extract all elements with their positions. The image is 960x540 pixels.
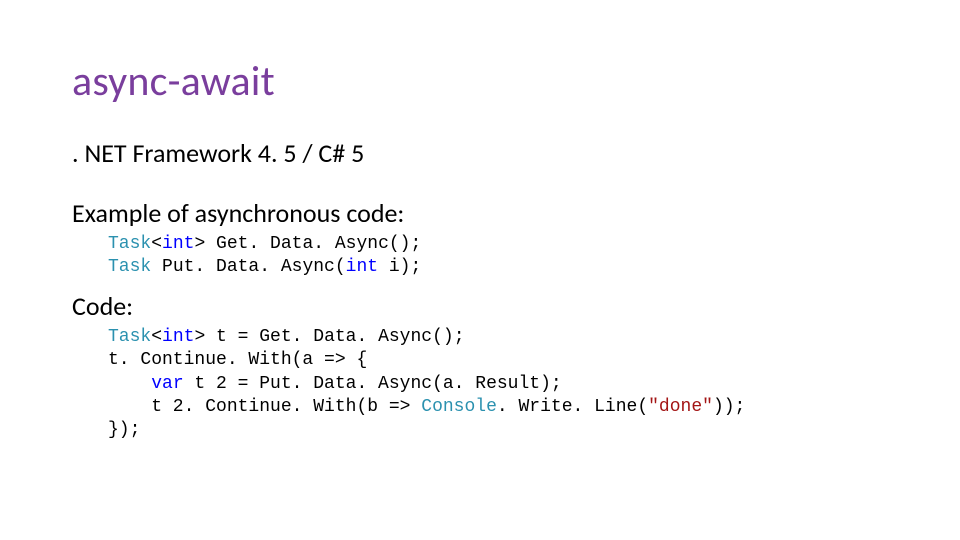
type-task: Task bbox=[108, 257, 151, 277]
code-l2: t. Continue. With(a => { bbox=[108, 350, 367, 370]
type-console: Console bbox=[421, 397, 497, 417]
code-l4-c: )); bbox=[713, 397, 745, 417]
code-l1-rest: t = Get. Data. Async(); bbox=[205, 327, 464, 347]
code-l4-a: t 2. Continue. With(b => bbox=[108, 397, 421, 417]
sig-rest1: Get. Data. Async(); bbox=[205, 234, 421, 254]
keyword-var: var bbox=[151, 374, 183, 394]
angle-close: > bbox=[194, 234, 205, 254]
sig2-b: i); bbox=[378, 257, 421, 277]
code-heading: Code: bbox=[72, 290, 888, 322]
keyword-int: int bbox=[162, 327, 194, 347]
angle-close: > bbox=[194, 327, 205, 347]
angle-open: < bbox=[151, 327, 162, 347]
code-l3-rest: t 2 = Put. Data. Async(a. Result); bbox=[184, 374, 562, 394]
type-task: Task bbox=[108, 234, 151, 254]
sig2-a: Put. Data. Async( bbox=[151, 257, 345, 277]
slide-title: async-await bbox=[72, 56, 888, 107]
code-signatures: Task<int> Get. Data. Async(); Task Put. … bbox=[108, 233, 888, 280]
string-done: "done" bbox=[648, 397, 713, 417]
keyword-int: int bbox=[162, 234, 194, 254]
framework-line: . NET Framework 4. 5 / C# 5 bbox=[72, 137, 888, 169]
code-l3-indent bbox=[108, 374, 151, 394]
code-body: Task<int> t = Get. Data. Async(); t. Con… bbox=[108, 326, 888, 443]
slide: async-await . NET Framework 4. 5 / C# 5 … bbox=[0, 0, 960, 540]
angle-open: < bbox=[151, 234, 162, 254]
code-l5: }); bbox=[108, 420, 140, 440]
example-heading: Example of asynchronous code: bbox=[72, 197, 888, 229]
type-task: Task bbox=[108, 327, 151, 347]
keyword-int: int bbox=[346, 257, 378, 277]
code-l4-b: . Write. Line( bbox=[497, 397, 648, 417]
